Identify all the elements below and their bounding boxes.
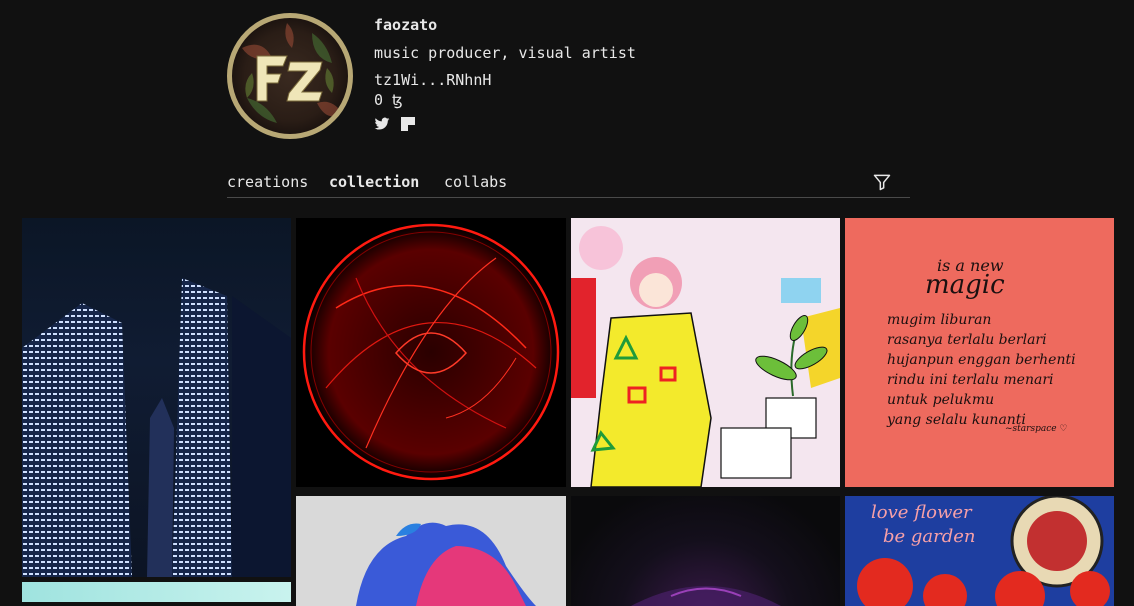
poem-line: magic: [925, 270, 1005, 300]
poem-line: rindu ini terlalu menari: [887, 372, 1054, 388]
poem-signature: ~starspace ♡: [1005, 424, 1068, 434]
twitter-icon[interactable]: [374, 116, 390, 132]
profile-name: faozato: [374, 16, 438, 34]
gallery-tile-skyscrapers[interactable]: [22, 218, 291, 577]
wallet-address[interactable]: tz1Wi...RNhnH: [374, 70, 636, 90]
flag-icon[interactable]: [400, 116, 416, 132]
wallet-balance: 0 ꜩ: [374, 91, 403, 109]
social-links: [374, 116, 636, 132]
gallery-tile-red-sphere[interactable]: [296, 218, 566, 487]
filter-icon[interactable]: [872, 172, 892, 192]
gallery-tile-girl-plant[interactable]: [571, 218, 840, 487]
profile-bio: music producer, visual artist: [374, 44, 636, 62]
poem-line: hujanpun enggan berhenti: [887, 352, 1076, 368]
avatar-logo: [242, 23, 342, 123]
gallery-tile-poem[interactable]: is a new magic mugim liburan rasanya ter…: [845, 218, 1114, 487]
poem-line: untuk pelukmu: [887, 392, 995, 408]
tab-creations[interactable]: creations: [227, 172, 308, 192]
tab-collabs[interactable]: collabs: [444, 172, 507, 192]
profile-info: faozato music producer, visual artist tz…: [374, 13, 636, 132]
tab-collection[interactable]: collection: [329, 172, 419, 192]
avatar: [227, 13, 353, 139]
poem-line: rasanya terlalu berlari: [887, 332, 1047, 348]
gallery-tile-teal[interactable]: [22, 582, 291, 602]
poem-line: mugim liburan: [887, 312, 992, 328]
profile-header: faozato music producer, visual artist tz…: [227, 13, 917, 143]
profile-tabs: creations collection collabs: [227, 170, 910, 198]
